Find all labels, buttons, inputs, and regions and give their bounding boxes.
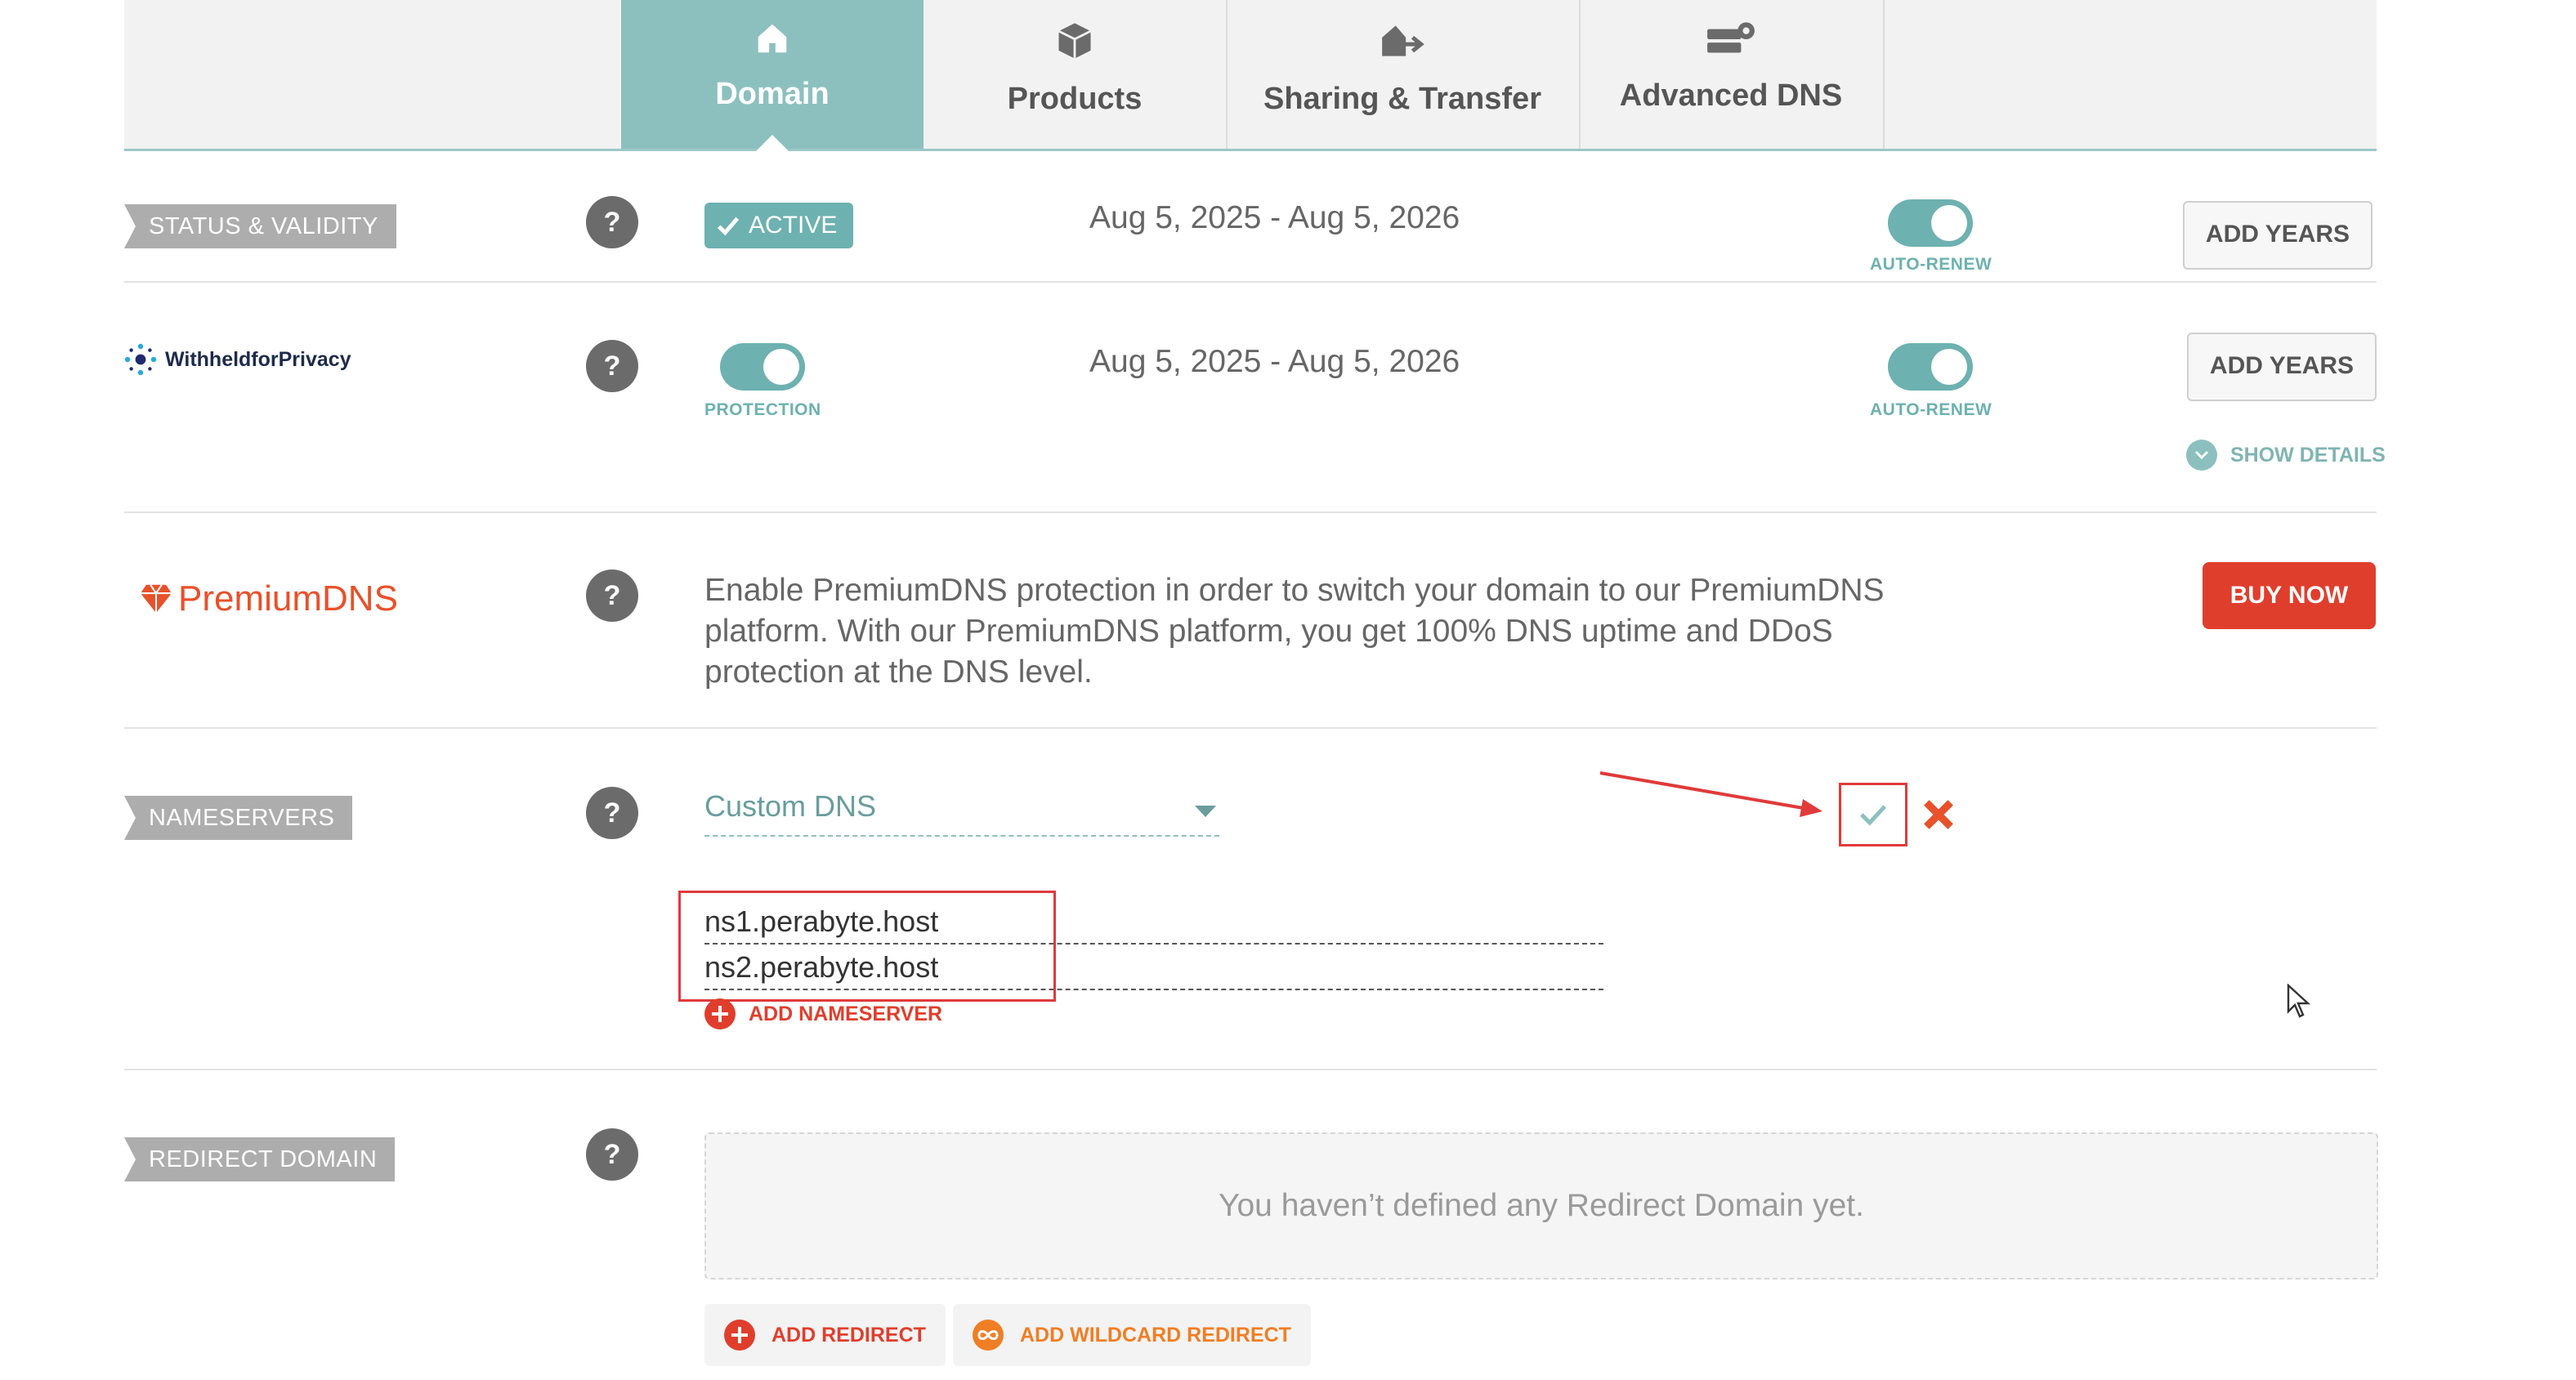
status-help-button[interactable]: ? [586, 196, 638, 248]
tab-domain[interactable]: Domain [621, 0, 924, 151]
mouse-cursor-icon [2287, 984, 2311, 1018]
dropdown-arrow-icon [1195, 806, 1216, 817]
home-icon [758, 24, 787, 53]
add-wildcard-redirect-button[interactable]: ADD WILDCARD REDIRECT [953, 1304, 1311, 1366]
privacy-dates: Aug 5, 2025 - Aug 5, 2026 [1089, 344, 1460, 379]
plus-icon [724, 1320, 755, 1351]
privacy-logo-text: WithheldforPrivacy [165, 347, 351, 371]
tab-label: Advanced DNS [1619, 78, 1843, 113]
add-years-button[interactable]: ADD YEARS [2183, 201, 2373, 270]
redirect-help-button[interactable]: ? [586, 1128, 638, 1181]
premiumdns-description: Enable PremiumDNS protection in order to… [704, 573, 1885, 690]
annotation-highlight-box [678, 891, 1056, 1002]
annotation-arrow [1599, 771, 1822, 817]
nameserver-type-value: Custom DNS [704, 789, 877, 823]
row-divider [124, 281, 2377, 283]
add-wildcard-redirect-label: ADD WILDCARD REDIRECT [1020, 1323, 1291, 1347]
save-nameservers-button[interactable] [1839, 783, 1907, 846]
validity-dates: Aug 5, 2025 - Aug 5, 2026 [1089, 200, 1460, 235]
tab-products[interactable]: Products [924, 0, 1228, 149]
show-details-label: SHOW DETAILS [2230, 443, 2386, 467]
toggle-knob [1931, 205, 1967, 241]
domain-autorenew-toggle[interactable] [1888, 199, 1973, 247]
check-icon [717, 217, 740, 236]
privacy-autorenew-label: AUTO-RENEW [1870, 400, 1992, 419]
row-divider [124, 511, 2377, 513]
privacy-help-button[interactable]: ? [586, 340, 638, 392]
close-icon[interactable] [1921, 797, 1957, 833]
row-divider [124, 1069, 2377, 1070]
privacy-protection-label: PROTECTION [704, 400, 821, 419]
show-details-link[interactable]: SHOW DETAILS [2186, 440, 2386, 471]
toggle-knob [1931, 349, 1967, 385]
premiumdns-logo: PremiumDNS [139, 578, 398, 619]
status-badge-label: ACTIVE [749, 212, 838, 239]
add-nameserver-label: ADD NAMESERVER [749, 1002, 943, 1025]
tab-label: Domain [715, 77, 830, 111]
status-badge: ACTIVE [704, 203, 854, 248]
tab-advanced-dns[interactable]: Advanced DNS [1579, 0, 1885, 149]
add-nameserver-button[interactable]: ADD NAMESERVER [704, 998, 942, 1029]
check-icon [1860, 805, 1886, 826]
domain-tab-bar: Domain Products Sharing & Transfer Advan… [124, 0, 2377, 151]
domain-autorenew-label: AUTO-RENEW [1870, 255, 1992, 274]
premiumdns-logo-text: PremiumDNS [178, 578, 398, 619]
infinity-icon [973, 1320, 1004, 1351]
privacy-autorenew-toggle[interactable] [1888, 343, 1973, 391]
active-tab-caret [756, 135, 789, 151]
status-validity-tag: STATUS & VALIDITY [124, 204, 396, 248]
tab-sharing-transfer[interactable]: Sharing & Transfer [1226, 0, 1581, 149]
tab-label: Sharing & Transfer [1263, 82, 1541, 116]
toggle-knob [763, 349, 799, 385]
redirect-empty-text: You haven’t defined any Redirect Domain … [1219, 1188, 1864, 1223]
buy-now-button[interactable]: BUY NOW [2203, 562, 2376, 629]
add-redirect-button[interactable]: ADD REDIRECT [704, 1304, 946, 1366]
redirect-empty-state: You haven’t defined any Redirect Domain … [704, 1132, 2378, 1280]
premium-help-button[interactable]: ? [586, 569, 638, 622]
box-icon [1058, 23, 1092, 59]
redirect-domain-tag: REDIRECT DOMAIN [124, 1137, 396, 1181]
nameserver-type-select[interactable]: Custom DNS [704, 789, 1219, 837]
plus-icon [704, 998, 736, 1029]
row-divider [124, 727, 2377, 729]
gem-icon [141, 584, 172, 614]
chevron-down-icon [2186, 440, 2217, 471]
nameservers-help-button[interactable]: ? [586, 787, 638, 839]
privacy-protection-toggle[interactable] [720, 343, 805, 391]
add-redirect-label: ADD REDIRECT [771, 1323, 926, 1347]
withheldforprivacy-logo: WithheldforPrivacy [124, 343, 351, 376]
privacy-add-years-button[interactable]: ADD YEARS [2187, 333, 2377, 401]
nameservers-tag: NAMESERVERS [124, 796, 353, 840]
server-gear-icon [1707, 22, 1755, 53]
privacy-sparkle-icon [124, 343, 157, 376]
tab-label: Products [1007, 82, 1143, 116]
house-transfer-icon [1382, 25, 1424, 56]
